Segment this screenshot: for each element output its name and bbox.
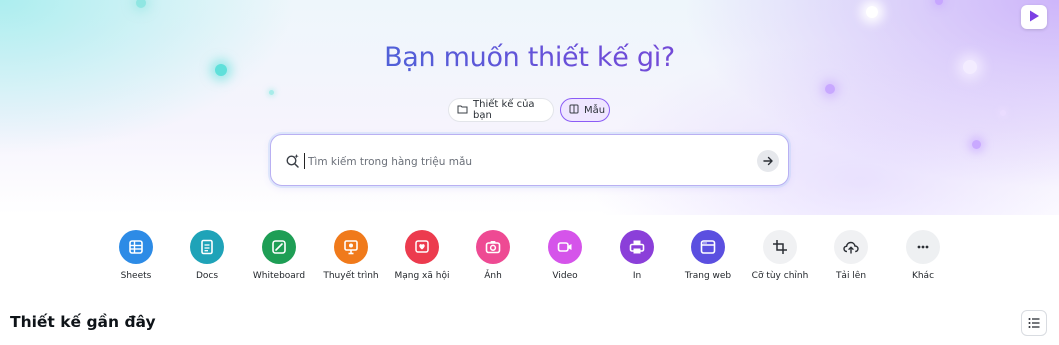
category-sheets[interactable]: Sheets — [96, 230, 176, 281]
docs-icon — [190, 230, 224, 264]
tab-templates-label: Mẫu — [584, 104, 606, 116]
category-label: Khác — [911, 271, 935, 281]
sheets-icon — [119, 230, 153, 264]
sparkle — [136, 0, 146, 8]
sparkle — [935, 0, 943, 5]
category-whiteboard[interactable]: Whiteboard — [239, 230, 319, 281]
category-label: Cỡ tùy chỉnh — [751, 271, 809, 281]
whiteboard-icon — [262, 230, 296, 264]
category-print[interactable]: In — [597, 230, 677, 281]
play-icon — [1027, 8, 1041, 27]
folder-icon — [457, 104, 468, 117]
sparkle — [825, 84, 835, 94]
template-icon — [569, 104, 579, 117]
more-icon — [906, 230, 940, 264]
category-custom-size[interactable]: Cỡ tùy chỉnh — [740, 230, 820, 281]
category-label: Docs — [195, 271, 219, 281]
category-label: Thuyết trình — [323, 271, 379, 281]
category-label: Video — [552, 271, 578, 281]
tab-templates[interactable]: Mẫu — [560, 98, 610, 122]
category-website[interactable]: Trang web — [668, 230, 748, 281]
category-photo[interactable]: Ảnh — [453, 230, 533, 281]
sparkle — [972, 140, 981, 149]
presentation-icon — [334, 230, 368, 264]
video-icon — [548, 230, 582, 264]
list-view-button[interactable] — [1021, 310, 1047, 336]
category-video[interactable]: Video — [525, 230, 605, 281]
play-button[interactable] — [1021, 5, 1047, 29]
tab-your-designs[interactable]: Thiết kế của bạn — [448, 98, 554, 122]
category-label: Trang web — [684, 271, 732, 281]
category-label: Mạng xã hội — [394, 271, 450, 281]
list-view-icon — [1028, 318, 1040, 328]
arrow-right-icon — [763, 156, 773, 166]
category-more[interactable]: Khác — [883, 230, 963, 281]
design-categories: Sheets Docs Whiteboard Thuyết trình Mạng… — [0, 230, 1059, 290]
category-upload[interactable]: Tải lên — [811, 230, 891, 281]
printer-icon — [620, 230, 654, 264]
search-submit-button[interactable] — [757, 150, 779, 172]
text-cursor — [304, 153, 305, 169]
category-label: Ảnh — [484, 271, 502, 281]
sparkle — [1000, 110, 1006, 116]
category-label: In — [632, 271, 642, 281]
custom-size-icon — [763, 230, 797, 264]
page-title: Bạn muốn thiết kế gì? — [0, 38, 1059, 78]
magic-search-icon — [285, 153, 300, 172]
search-input[interactable] — [306, 149, 750, 175]
recent-designs-heading: Thiết kế gần đây — [10, 313, 156, 331]
website-icon — [691, 230, 725, 264]
category-label: Tải lên — [835, 271, 867, 281]
tab-your-designs-label: Thiết kế của bạn — [473, 99, 535, 121]
social-heart-icon — [405, 230, 439, 264]
category-social-media[interactable]: Mạng xã hội — [382, 230, 462, 281]
search-box[interactable] — [270, 134, 789, 186]
upload-cloud-icon — [834, 230, 868, 264]
category-label: Sheets — [120, 271, 152, 281]
sparkle — [866, 6, 878, 18]
category-presentation[interactable]: Thuyết trình — [311, 230, 391, 281]
sparkle — [269, 90, 274, 95]
camera-icon — [476, 230, 510, 264]
category-label: Whiteboard — [252, 271, 306, 281]
category-docs[interactable]: Docs — [167, 230, 247, 281]
